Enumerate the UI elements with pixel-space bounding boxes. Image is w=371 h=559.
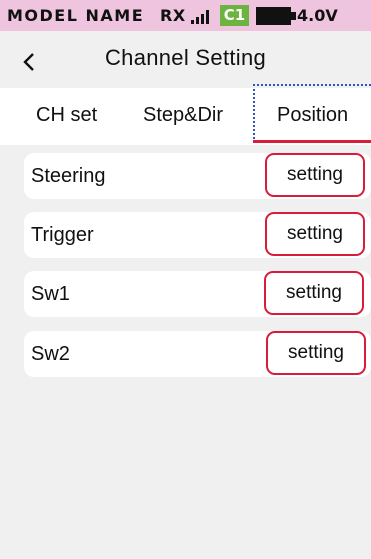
channel-badge: C1	[220, 5, 249, 26]
status-bar: MODEL NAME RX C1 4.0V	[0, 0, 371, 31]
model-name: MODEL NAME	[7, 6, 145, 25]
tab-ch-set[interactable]: CH set	[36, 104, 97, 127]
trigger-setting-button[interactable]: setting	[265, 212, 365, 256]
list-item-sw1: Sw1 setting	[24, 271, 371, 317]
battery-icon	[256, 7, 296, 25]
tab-step-dir[interactable]: Step&Dir	[143, 104, 223, 127]
list-item-steering: Steering setting	[24, 153, 371, 199]
voltage-readout: 4.0V	[297, 6, 338, 25]
page-title: Channel Setting	[104, 45, 267, 70]
signal-bars-icon	[191, 10, 209, 24]
active-tab-indicator	[253, 140, 371, 143]
list-item-trigger: Trigger setting	[24, 212, 371, 258]
sw1-setting-button[interactable]: setting	[264, 271, 364, 315]
channel-label: Sw1	[31, 283, 70, 305]
header: Channel Setting	[0, 31, 371, 88]
tab-position[interactable]: Position	[277, 104, 348, 127]
list-item-sw2: Sw2 setting	[24, 331, 371, 377]
tab-bar: CH set Step&Dir Position	[0, 84, 371, 145]
sw2-setting-button[interactable]: setting	[266, 331, 366, 375]
channel-label: Steering	[31, 165, 106, 187]
rx-label: RX	[160, 6, 186, 25]
channel-label: Trigger	[31, 224, 94, 246]
steering-setting-button[interactable]: setting	[265, 153, 365, 197]
channel-label: Sw2	[31, 343, 70, 365]
